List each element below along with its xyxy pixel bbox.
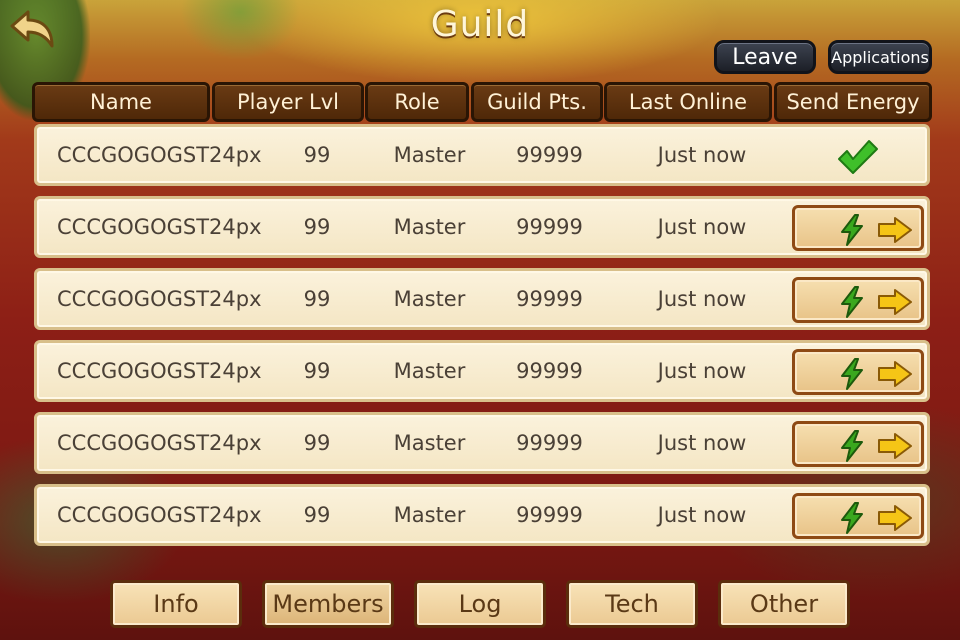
send-energy-button[interactable] — [792, 277, 924, 323]
lightning-bolt-icon — [841, 430, 863, 462]
lightning-bolt-icon — [841, 214, 863, 246]
lightning-bolt-icon — [841, 502, 863, 534]
arrow-right-icon — [878, 217, 912, 243]
lightning-bolt-icon — [841, 286, 863, 318]
member-role: Master — [393, 143, 466, 167]
member-row[interactable]: CCCGOGOGST24px 99 Master 99999 Just now — [34, 196, 930, 258]
member-last-online: Just now — [657, 287, 747, 311]
member-guild-points: 99999 — [516, 431, 583, 455]
member-last-online: Just now — [657, 431, 747, 455]
member-name: CCCGOGOGST24px — [57, 143, 262, 167]
table-header: Name Player Lvl Role Guild Pts. Last Onl… — [32, 82, 932, 122]
member-role: Master — [393, 359, 466, 383]
arrow-right-icon — [878, 361, 912, 387]
column-header-guild-pts: Guild Pts. — [471, 82, 603, 122]
tab-other[interactable]: Other — [718, 580, 850, 628]
send-energy-button[interactable] — [792, 349, 924, 395]
column-header-send-energy: Send Energy — [774, 82, 932, 122]
member-name: CCCGOGOGST24px — [57, 431, 262, 455]
send-energy-button[interactable] — [792, 421, 924, 467]
member-guild-points: 99999 — [516, 143, 583, 167]
member-row[interactable]: CCCGOGOGST24px 99 Master 99999 Just now — [34, 268, 930, 330]
member-guild-points: 99999 — [516, 503, 583, 527]
send-energy-button[interactable] — [792, 493, 924, 539]
member-level: 99 — [303, 431, 331, 455]
member-guild-points: 99999 — [516, 215, 583, 239]
member-role: Master — [393, 431, 466, 455]
member-name: CCCGOGOGST24px — [57, 215, 262, 239]
member-row[interactable]: CCCGOGOGST24px 99 Master 99999 Just now — [34, 124, 930, 186]
page-title: Guild — [430, 4, 530, 45]
applications-button[interactable]: Applications — [828, 40, 932, 74]
member-row[interactable]: CCCGOGOGST24px 99 Master 99999 Just now — [34, 412, 930, 474]
member-level: 99 — [303, 359, 331, 383]
member-name: CCCGOGOGST24px — [57, 359, 262, 383]
member-guild-points: 99999 — [516, 359, 583, 383]
member-row[interactable]: CCCGOGOGST24px 99 Master 99999 Just now — [34, 484, 930, 546]
column-header-name: Name — [32, 82, 210, 122]
member-name: CCCGOGOGST24px — [57, 287, 262, 311]
member-level: 99 — [303, 287, 331, 311]
member-guild-points: 99999 — [516, 287, 583, 311]
member-last-online: Just now — [657, 503, 747, 527]
column-header-last-online: Last Online — [604, 82, 772, 122]
arrow-right-icon — [878, 433, 912, 459]
send-energy-button[interactable] — [792, 205, 924, 251]
member-role: Master — [393, 503, 466, 527]
member-role: Master — [393, 215, 466, 239]
member-role: Master — [393, 287, 466, 311]
tab-tech[interactable]: Tech — [566, 580, 698, 628]
checkmark-icon — [835, 137, 879, 177]
member-last-online: Just now — [657, 143, 747, 167]
tab-members[interactable]: Members — [262, 580, 394, 628]
arrow-right-icon — [878, 289, 912, 315]
column-header-role: Role — [365, 82, 469, 122]
member-last-online: Just now — [657, 359, 747, 383]
member-level: 99 — [303, 503, 331, 527]
member-row[interactable]: CCCGOGOGST24px 99 Master 99999 Just now — [34, 340, 930, 402]
arrow-right-icon — [878, 505, 912, 531]
member-last-online: Just now — [657, 215, 747, 239]
leave-button[interactable]: Leave — [714, 40, 816, 74]
member-level: 99 — [303, 143, 331, 167]
tab-log[interactable]: Log — [414, 580, 546, 628]
tab-info[interactable]: Info — [110, 580, 242, 628]
column-header-player-lvl: Player Lvl — [212, 82, 364, 122]
lightning-bolt-icon — [841, 358, 863, 390]
member-level: 99 — [303, 215, 331, 239]
member-name: CCCGOGOGST24px — [57, 503, 262, 527]
